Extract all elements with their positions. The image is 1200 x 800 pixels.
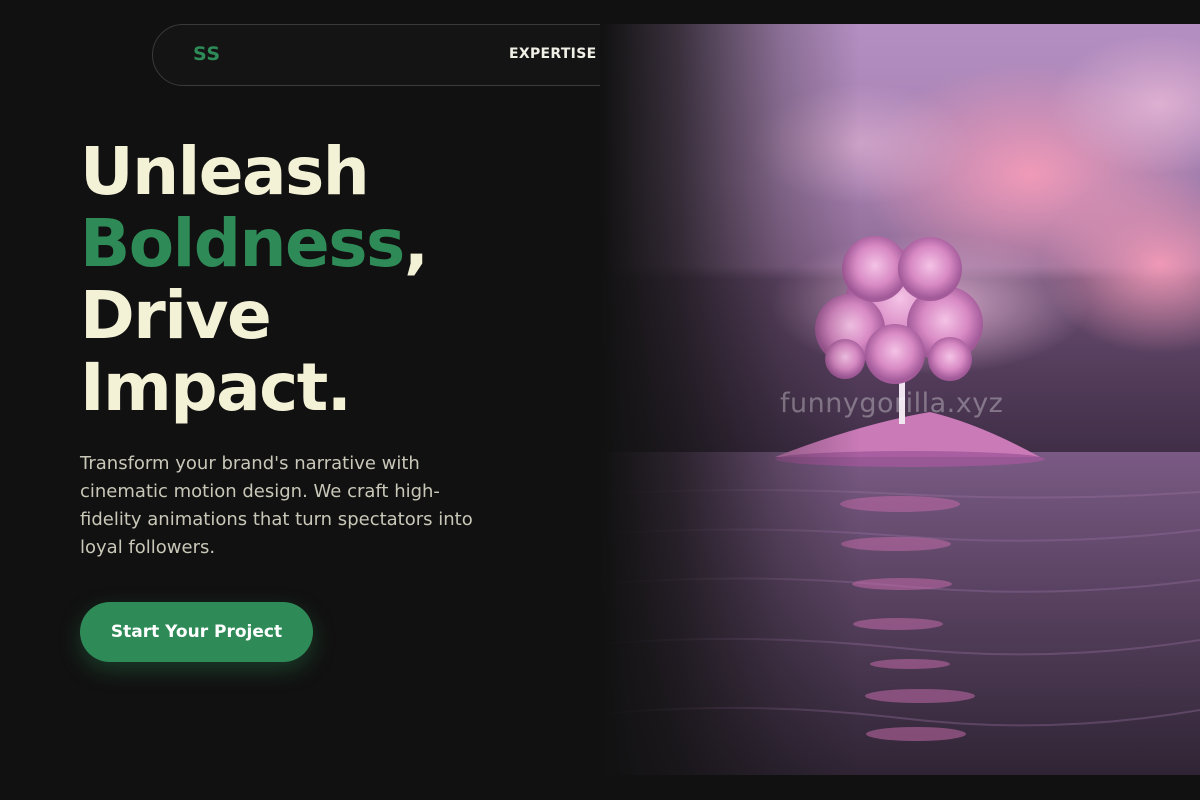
headline-line-1: Unleash [80,133,370,210]
brand-logo[interactable]: SS [193,43,221,65]
headline-line-4: Impact. [80,349,352,426]
hero-image: funnygorilla.xyz [600,24,1200,775]
nav-link-expertise[interactable]: EXPERTISE [509,46,596,62]
hero-headline: Unleash Boldness, Drive Impact. [80,133,429,426]
headline-line-3: Drive [80,277,272,354]
start-project-button[interactable]: Start Your Project [80,602,313,662]
headline-accent-punct: , [403,205,429,282]
headline-accent-word: Boldness [80,205,405,282]
hero-description: Transform your brand's narrative with ci… [80,453,473,558]
image-watermark: funnygorilla.xyz [780,388,1004,419]
